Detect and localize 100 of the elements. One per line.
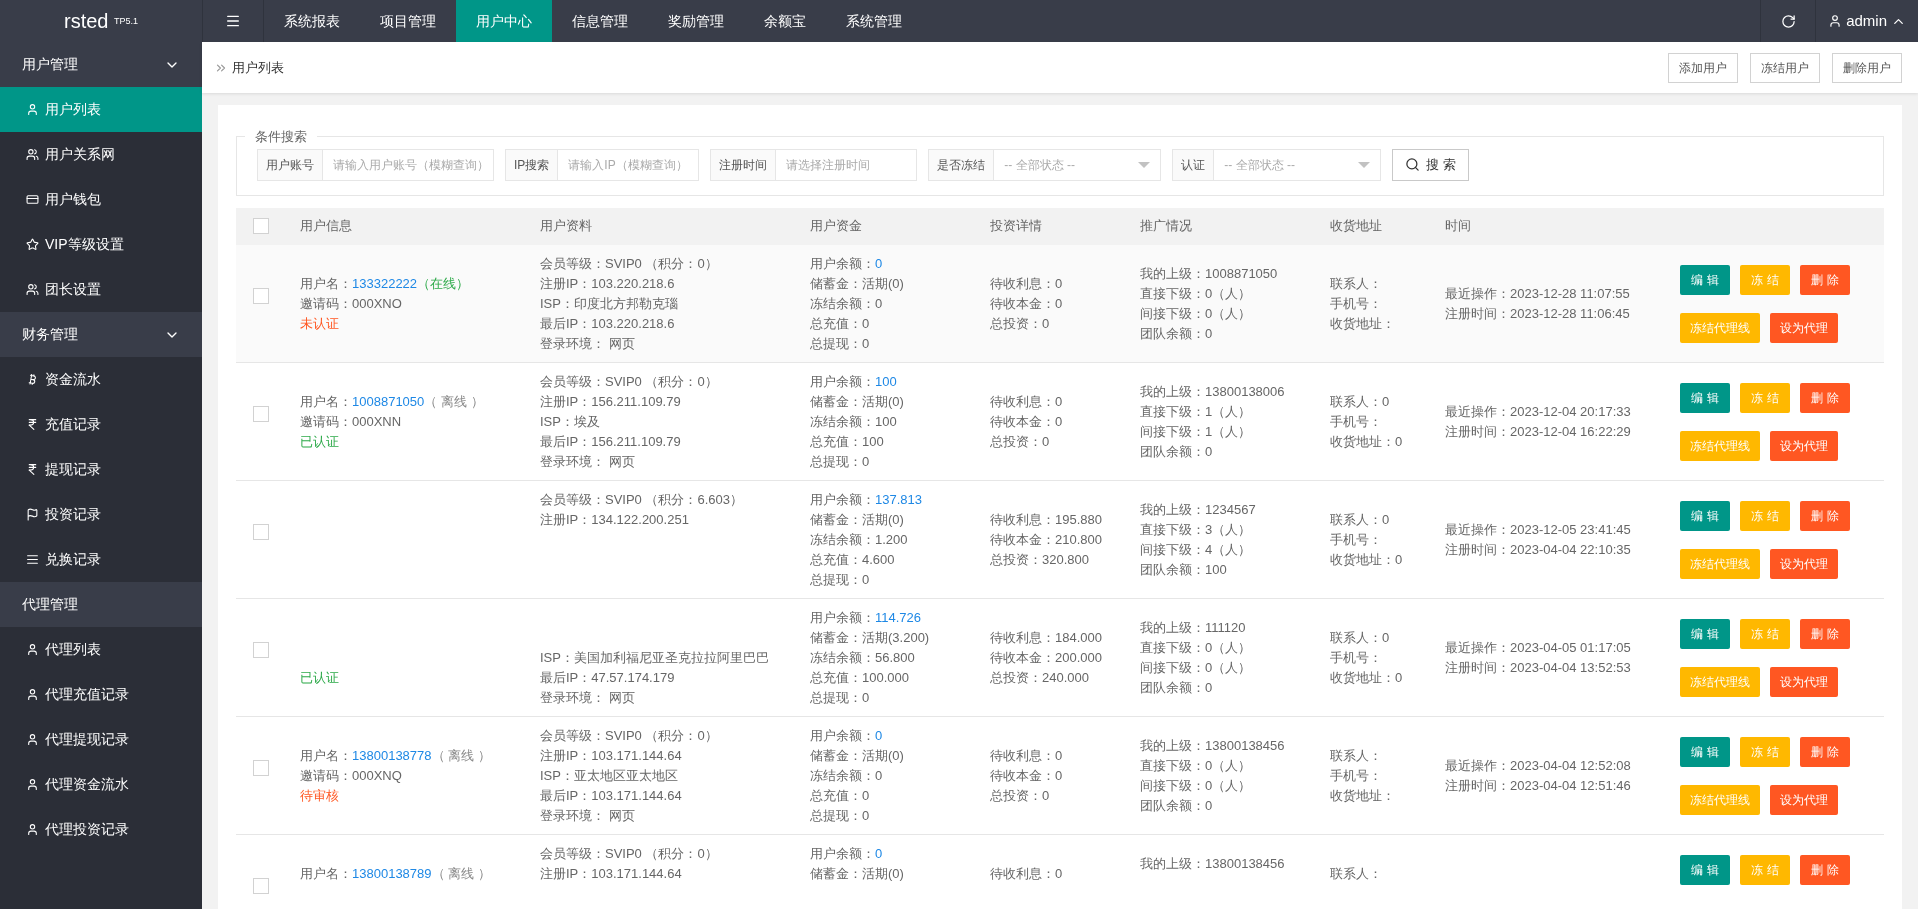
refresh-icon[interactable] [1780, 13, 1796, 29]
profile-line: 最后IP：103.220.218.6 [540, 314, 676, 333]
address-line: 手机号： [1330, 294, 1383, 313]
action-button[interactable]: 编 辑 [1680, 854, 1730, 885]
time-line: 注册时间：2023-04-04 12:51:46 [1445, 776, 1632, 795]
breadcrumb[interactable]: 用户列表 [232, 57, 284, 78]
address-line: 手机号： [1330, 412, 1383, 431]
menu-icon[interactable] [225, 13, 241, 29]
action-button[interactable]: 编 辑 [1680, 736, 1730, 767]
action-button[interactable]: 编 辑 [1680, 382, 1730, 413]
input-field[interactable]: 请输入IP（模糊查询） [558, 149, 699, 180]
column-header: 投资详情 [989, 217, 1043, 236]
time-line: 最近操作：2023-12-05 23:41:45 [1445, 520, 1632, 539]
address-line: 收货地址： [1330, 786, 1396, 805]
action-button[interactable]: 编 辑 [1680, 264, 1730, 295]
action-button[interactable]: 编 辑 [1680, 618, 1730, 649]
nav-tab[interactable]: 用户中心 [456, 0, 552, 42]
promo-line: 间接下级：0（人） [1140, 658, 1253, 677]
sidebar-item[interactable]: 投资记录 [0, 492, 202, 537]
time-line: 注册时间：2023-12-04 16:22:29 [1445, 422, 1632, 441]
username-link[interactable]: 13800138789 [352, 865, 432, 881]
toolbar-button[interactable]: 添加用户 [1668, 52, 1738, 83]
sidebar-item[interactable]: 代理列表 [0, 627, 202, 672]
action-button[interactable]: 编 辑 [1680, 500, 1730, 531]
column-header: 推广情况 [1139, 217, 1193, 236]
balance-line: 用户余额：0 [810, 726, 884, 745]
promo-line: 团队余额：0 [1140, 678, 1214, 697]
toolbar-button[interactable]: 冻结用户 [1750, 52, 1820, 83]
online-status: （ 离线 ） [431, 747, 491, 763]
search-field[interactable]: 注册时间 请选择注册时间 [710, 148, 918, 181]
sidebar-item[interactable]: 资金流水 [0, 357, 202, 402]
time-line: 最近操作：2023-04-04 12:52:08 [1445, 756, 1632, 775]
filter-select[interactable]: 是否冻结 -- 全部状态 -- [928, 148, 1162, 181]
funds-line: 冻结余额：0 [810, 294, 884, 313]
filter-select[interactable]: 认证 -- 全部状态 -- [1172, 148, 1382, 181]
time-line: 注册时间：2023-12-28 11:06:45 [1445, 304, 1631, 323]
user-menu[interactable]: admin [1816, 0, 1918, 42]
nav-tab[interactable]: 系统报表 [264, 0, 360, 42]
username-link[interactable]: 1008871050 [352, 393, 425, 409]
checkbox[interactable] [253, 877, 269, 894]
nav-tab[interactable]: 信息管理 [552, 0, 648, 42]
funds-line: 总充值：100 [810, 432, 885, 451]
balance-line: 用户余额：114.726 [810, 608, 923, 627]
search-field[interactable]: IP搜索 请输入IP（模糊查询） [505, 148, 700, 181]
nav-tab[interactable]: 余额宝 [744, 0, 826, 42]
funds-line: 冻结余额：0 [810, 766, 884, 785]
promo-line: 团队余额：100 [1140, 560, 1228, 579]
checkbox[interactable] [253, 405, 269, 422]
sidebar-item[interactable]: 兑换记录 [0, 537, 202, 582]
auth-status: 未认证 [300, 314, 339, 333]
promo-line: 我的上级：13800138456 [1140, 854, 1286, 873]
profile-line: 会员等级：SVIP0 （积分：0） [540, 726, 719, 745]
checkbox[interactable] [253, 641, 269, 658]
invest-line: 总投资：0 [990, 314, 1051, 333]
checkbox[interactable] [253, 523, 269, 540]
sidebar-item[interactable]: 用户关系网 [0, 132, 202, 177]
search-button[interactable]: 搜 索 [1392, 148, 1469, 181]
search-field[interactable]: 用户账号 请输入用户账号（模糊查询） [257, 148, 494, 181]
sidebar-group[interactable]: 财务管理 [0, 312, 202, 357]
funds-line: 储蓄金：活期(0) [810, 510, 905, 529]
sidebar-item[interactable]: VIP等级设置 [0, 222, 202, 267]
sidebar-group[interactable]: 代理管理 [0, 582, 202, 627]
input-field[interactable]: 请输入用户账号（模糊查询） [323, 149, 493, 180]
balance-line: 用户余额：0 [810, 844, 884, 863]
invest-line: 总投资：0 [990, 432, 1051, 451]
address-line: 联系人：0 [1330, 392, 1391, 411]
profile-line: 注册IP：103.171.144.64 [540, 746, 683, 765]
profile-line: 登录环境： 网页 [540, 806, 636, 825]
sidebar-item[interactable]: 代理提现记录 [0, 717, 202, 762]
sidebar-item[interactable]: 充值记录 [0, 402, 202, 447]
funds-line: 储蓄金：活期(0) [810, 392, 905, 411]
username-label: 用户名： [300, 747, 352, 763]
username-link[interactable]: 133322222 [352, 275, 418, 291]
field-label: 用户账号 [258, 149, 323, 180]
sidebar-item[interactable]: 团长设置 [0, 267, 202, 312]
sidebar-item[interactable]: 代理充值记录 [0, 672, 202, 717]
input-field[interactable]: 请选择注册时间 [776, 149, 917, 180]
checkbox[interactable] [253, 287, 269, 304]
username-link[interactable]: 13800138778 [352, 747, 432, 763]
auth-status: 已认证 [300, 668, 339, 687]
online-status: （ 离线 ） [431, 865, 491, 881]
address-line: 收货地址：0 [1330, 432, 1404, 451]
checkbox[interactable] [253, 759, 269, 776]
address-line: 联系人： [1330, 864, 1383, 883]
sidebar-item[interactable]: 用户列表 [0, 87, 202, 132]
address-line: 收货地址：0 [1330, 550, 1404, 569]
logo: rsted $^{TP5.1}$ [62, 9, 139, 34]
sidebar-item[interactable]: 提现记录 [0, 447, 202, 492]
profile-line: 登录环境： 网页 [540, 334, 636, 353]
nav-tab[interactable]: 项目管理 [360, 0, 456, 42]
sidebar-group[interactable]: 用户管理 [0, 42, 202, 87]
sidebar-item[interactable]: 代理投资记录 [0, 807, 202, 852]
balance-line: 用户余额：137.813 [810, 490, 923, 509]
sidebar-item[interactable]: 用户钱包 [0, 177, 202, 222]
nav-tab[interactable]: 系统管理 [826, 0, 922, 42]
sidebar-item[interactable]: 代理资金流水 [0, 762, 202, 807]
checkbox[interactable] [253, 218, 269, 234]
nav-tab[interactable]: 奖励管理 [648, 0, 744, 42]
toolbar-button[interactable]: 删除用户 [1832, 52, 1902, 83]
profile-line: ISP：埃及 [540, 412, 601, 431]
